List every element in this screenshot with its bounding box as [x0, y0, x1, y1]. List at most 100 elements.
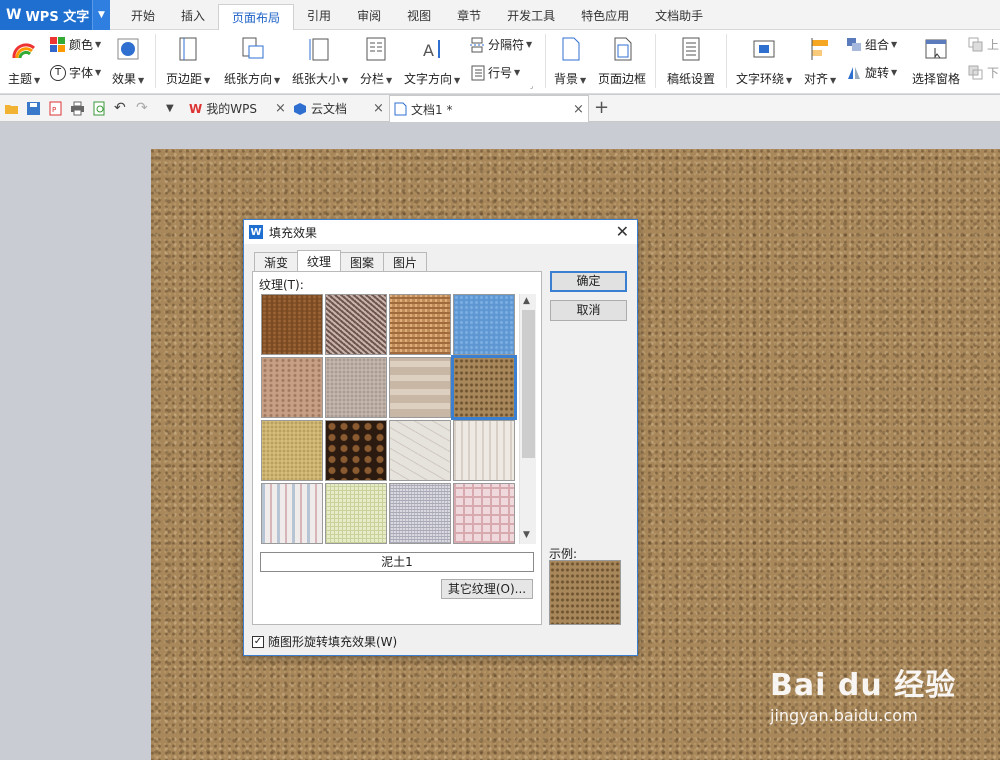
tab-home[interactable]: 开始: [118, 0, 168, 30]
app-menu-dropdown-icon[interactable]: ▼: [92, 0, 110, 30]
app-name: WPS 文字: [25, 9, 90, 25]
bring-forward-button[interactable]: 上: [968, 36, 999, 53]
dialog-launcher-icon[interactable]: ⌟: [530, 82, 533, 90]
tab-special[interactable]: 特色应用: [568, 0, 642, 30]
ribbon-tab-bar: 开始 插入 页面布局 引用 审阅 视图 章节 开发工具 特色应用 文档助手: [118, 0, 716, 31]
close-icon[interactable]: ✕: [616, 222, 629, 241]
align-label: 对齐: [804, 72, 829, 86]
texture-swatch[interactable]: [389, 420, 451, 481]
align-button[interactable]: 对齐 ▼: [804, 34, 836, 87]
columns-icon: [366, 37, 386, 61]
tab-pattern[interactable]: 图案: [340, 252, 385, 272]
send-backward-button[interactable]: 下: [968, 64, 999, 81]
tab-doc-assistant[interactable]: 文档助手: [642, 0, 716, 30]
scroll-down-icon[interactable]: ▼: [523, 530, 530, 540]
texture-swatch[interactable]: [453, 420, 515, 481]
texture-swatch[interactable]: [325, 483, 387, 544]
text-direction-button[interactable]: A 文字方向 ▼: [404, 34, 460, 87]
line-numbers-button[interactable]: 行号 ▼: [469, 64, 520, 81]
scroll-up-icon[interactable]: ▲: [523, 296, 530, 306]
tab-developer[interactable]: 开发工具: [494, 0, 568, 30]
color-button[interactable]: 颜色 ▼: [50, 36, 101, 53]
tab-references[interactable]: 引用: [294, 0, 344, 30]
undo-icon[interactable]: ↶: [114, 101, 129, 116]
export-pdf-icon[interactable]: P: [48, 101, 63, 116]
tab-insert[interactable]: 插入: [168, 0, 218, 30]
separator-button[interactable]: 分隔符 ▼: [469, 36, 532, 53]
open-folder-icon[interactable]: [4, 101, 19, 116]
group-button[interactable]: 组合 ▼: [846, 36, 897, 53]
texture-swatch[interactable]: [261, 420, 323, 481]
dialog-title-bar[interactable]: W 填充效果 ✕: [244, 220, 637, 244]
tab-page-layout[interactable]: 页面布局: [218, 4, 295, 31]
print-preview-icon[interactable]: [92, 101, 107, 116]
texture-swatch[interactable]: [325, 357, 387, 418]
page-border-button[interactable]: 页面边框: [598, 34, 646, 87]
theme-label: 主题: [8, 72, 33, 86]
app-menu-button[interactable]: W WPS 文字 ▼: [0, 0, 110, 30]
checkbox-check-icon[interactable]: ✓: [252, 635, 264, 648]
texture-swatch[interactable]: [453, 294, 515, 355]
tab-view[interactable]: 视图: [394, 0, 444, 30]
sample-preview: [549, 560, 621, 625]
dialog-tab-strip: 渐变 纹理 图案 图片: [254, 250, 428, 272]
texture-swatch[interactable]: [261, 294, 323, 355]
tab-gradient[interactable]: 渐变: [254, 252, 299, 272]
texture-swatch[interactable]: [389, 294, 451, 355]
page-orientation-icon: [242, 37, 264, 59]
rotate-button[interactable]: 旋转 ▼: [846, 64, 897, 81]
texture-grid: [261, 294, 517, 544]
chevron-down-icon: ▼: [204, 76, 211, 85]
save-icon[interactable]: [26, 101, 41, 116]
tab-texture[interactable]: 纹理: [297, 250, 342, 272]
text-wrap-button[interactable]: 文字环绕 ▼: [736, 34, 792, 87]
tab-section[interactable]: 章节: [444, 0, 494, 30]
texture-scrollbar[interactable]: ▲ ▼: [519, 294, 536, 544]
tab-list-dropdown-icon[interactable]: ▼: [166, 101, 181, 116]
margins-label: 页边距: [166, 72, 203, 86]
texture-swatch[interactable]: [261, 357, 323, 418]
texture-swatch-selected[interactable]: [451, 355, 517, 420]
texture-swatch[interactable]: [389, 483, 451, 544]
tab-review[interactable]: 审阅: [344, 0, 394, 30]
texture-swatch[interactable]: [261, 483, 323, 544]
close-icon[interactable]: ×: [573, 102, 584, 117]
paper-setup-button[interactable]: 稿纸设置: [667, 34, 715, 87]
texture-swatch[interactable]: [325, 420, 387, 481]
close-icon[interactable]: ×: [373, 101, 384, 116]
print-icon[interactable]: [70, 101, 85, 116]
other-texture-button[interactable]: 其它纹理(O)...: [441, 579, 533, 599]
doc-tab-cloud[interactable]: 云文档 ×: [293, 95, 387, 122]
texture-swatch[interactable]: [453, 483, 515, 544]
theme-button[interactable]: 主题 ▼: [8, 34, 40, 87]
redo-icon[interactable]: ↷: [136, 101, 151, 116]
doc-tab-my-wps[interactable]: W 我的WPS ×: [189, 95, 289, 122]
cancel-button[interactable]: 取消: [550, 300, 627, 321]
effect-button[interactable]: 效果 ▼: [112, 34, 144, 87]
background-button[interactable]: 背景 ▼: [554, 34, 586, 87]
columns-button[interactable]: 分栏 ▼: [360, 34, 392, 87]
line-numbers-label: 行号: [488, 66, 513, 80]
selection-pane-button[interactable]: 选择窗格: [912, 34, 960, 87]
texture-swatch[interactable]: [389, 357, 451, 418]
effect-label: 效果: [112, 72, 137, 86]
selection-pane-label: 选择窗格: [912, 72, 961, 86]
font-label: 字体: [69, 66, 94, 80]
doc-tab-document1[interactable]: 文档1 * ×: [389, 95, 589, 122]
new-tab-plus-icon[interactable]: +: [594, 97, 609, 118]
margins-button[interactable]: 页边距 ▼: [166, 34, 210, 87]
ok-button[interactable]: 确定: [550, 271, 627, 292]
scrollbar-thumb[interactable]: [522, 310, 535, 458]
chevron-down-icon: ▼: [386, 76, 393, 85]
chevron-down-icon: ▼: [830, 76, 837, 85]
text-direction-label: 文字方向: [404, 72, 453, 86]
font-button[interactable]: T 字体 ▼: [50, 64, 101, 81]
page-size-button[interactable]: 纸张大小 ▼: [292, 34, 348, 87]
effect-circle-icon: [117, 38, 139, 60]
tab-picture[interactable]: 图片: [383, 252, 428, 272]
texture-swatch[interactable]: [325, 294, 387, 355]
orientation-button[interactable]: 纸张方向 ▼: [224, 34, 280, 87]
send-backward-label: 下: [987, 66, 1000, 80]
close-icon[interactable]: ×: [275, 101, 286, 116]
rotate-with-shape-checkbox[interactable]: ✓ 随图形旋转填充效果(W): [252, 633, 397, 650]
